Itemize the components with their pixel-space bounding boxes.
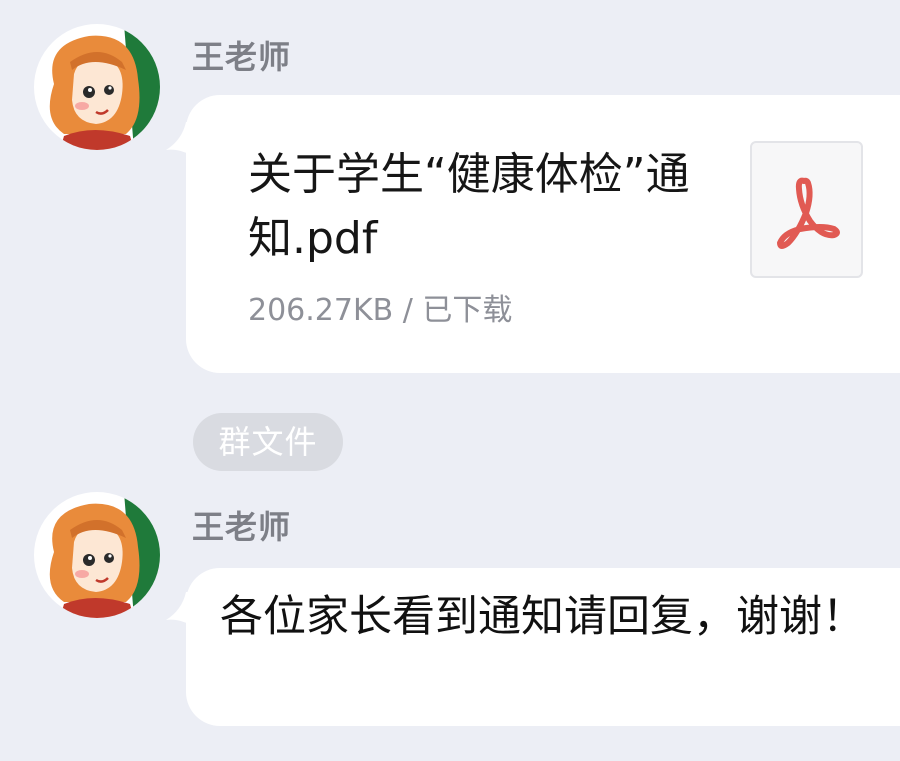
group-file-tag[interactable]: 群文件 (193, 413, 343, 471)
message-row: 王老师 各位家长看到通知请回复，谢谢！ (0, 480, 900, 761)
avatar[interactable] (34, 24, 160, 150)
teacher-avatar-image (34, 24, 160, 150)
pdf-thumbnail[interactable] (750, 141, 863, 278)
sender-name: 王老师 (192, 38, 292, 76)
sender-name: 王老师 (192, 508, 292, 546)
avatar[interactable] (34, 492, 160, 618)
teacher-avatar-image (34, 492, 160, 618)
message-row: 王老师 关于学生“健康体检”通知.pdf 206.27KB / 已下载 (0, 0, 900, 390)
file-message-bubble[interactable]: 关于学生“健康体检”通知.pdf 206.27KB / 已下载 (186, 95, 900, 373)
message-text: 各位家长看到通知请回复，谢谢！ (220, 592, 865, 642)
text-message-bubble[interactable]: 各位家长看到通知请回复，谢谢！ (186, 568, 900, 726)
pdf-icon (777, 177, 840, 249)
file-name: 关于学生“健康体检”通知.pdf (248, 149, 690, 264)
file-size-status: 206.27KB / 已下载 (248, 293, 513, 328)
